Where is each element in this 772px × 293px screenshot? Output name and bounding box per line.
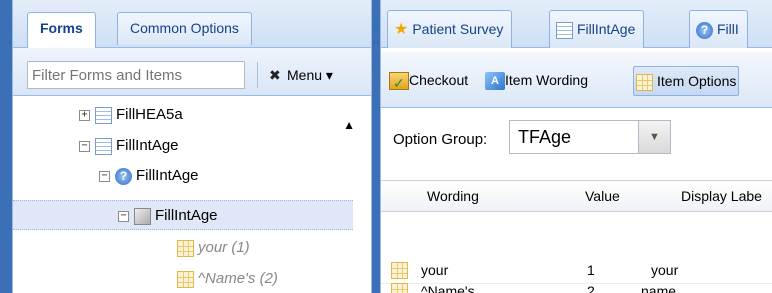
tree-node-label: FillIntAge (155, 207, 218, 224)
tree-leaf[interactable]: your (1) (177, 233, 250, 263)
item-options-label: Item Options (657, 73, 737, 89)
column-header-display-label[interactable]: Display Labe (681, 188, 762, 204)
tree-node-label: FillIntAge (136, 167, 199, 184)
collapse-icon[interactable]: − (79, 140, 90, 152)
expand-icon[interactable]: + (79, 109, 90, 121)
wand-icon: ✖ (269, 67, 281, 83)
column-header-wording[interactable]: Wording (427, 188, 479, 204)
checkout-label: Checkout (409, 72, 469, 88)
option-group-select[interactable]: TFAge ▼ (509, 120, 671, 154)
option-group-value: TFAge (518, 127, 572, 147)
toolbar-separator (257, 62, 258, 88)
checkout-button[interactable]: Checkout (389, 66, 469, 97)
form-icon (95, 106, 112, 124)
item-toolbar: Checkout AItem Wording Item Options (381, 52, 772, 108)
wording-icon: A (485, 72, 505, 91)
tree-node[interactable]: −? FillIntAge (99, 161, 199, 191)
grid-icon (177, 239, 194, 257)
grid-icon (391, 262, 408, 279)
options-grid-header: Wording Value Display Labe (381, 180, 772, 212)
cell-value: 2 (587, 283, 595, 293)
filter-forms-input[interactable] (27, 61, 245, 89)
collapse-icon[interactable]: − (99, 170, 110, 182)
tree-node-label: FillHEA5a (116, 106, 183, 123)
column-header-value[interactable]: Value (585, 188, 620, 204)
tree-leaf[interactable]: ^Name's (2) (177, 264, 278, 293)
grid-icon (177, 270, 194, 288)
tree-node-selected[interactable]: − FillIntAge (13, 200, 353, 230)
cell-display-label: name (641, 283, 677, 293)
tree-leaf-label: your (1) (198, 239, 250, 256)
grid-icon (391, 283, 408, 293)
cell-display-label: your (651, 262, 679, 278)
cell-value: 1 (587, 262, 595, 278)
chevron-down-icon[interactable]: ▼ (638, 121, 670, 153)
tree-leaf-label: ^Name's (2) (198, 270, 278, 287)
chevron-down-icon: ▾ (322, 67, 333, 83)
tab-patient-survey[interactable]: ★ Patient Survey (387, 10, 513, 48)
forms-tree: + FillHEA5a − FillIntAge −? FillIntAge − Fil… (13, 96, 371, 293)
grid-icon (636, 73, 653, 91)
tab-filli[interactable]: ? FillI (689, 10, 748, 48)
editor-panel: ★Patient Survey FillIntAge ?FillI Checko… (380, 0, 772, 293)
star-icon: ★ (394, 21, 409, 38)
checkout-icon (389, 69, 409, 97)
tab-label: FillI (717, 21, 739, 37)
item-wording-label: Item Wording (505, 72, 588, 88)
menu-label: Menu (287, 67, 323, 83)
table-row[interactable]: ^Name's 2 name (381, 278, 772, 293)
right-tab-bar: ★ Patient Survey FillIntAge ? FillI (381, 0, 772, 48)
tree-node[interactable]: + FillHEA5a (79, 100, 183, 130)
tab-label: FillIntAge (577, 21, 636, 37)
tab-fillintage[interactable]: FillIntAge (549, 10, 645, 48)
left-tab-bar: Forms Common Options (13, 0, 371, 48)
item-wording-button[interactable]: A Item Wording (485, 66, 588, 96)
form-icon (556, 21, 573, 39)
tree-node-label: FillIntAge (116, 137, 179, 154)
filter-toolbar: ✖ Menu ▾ (13, 48, 371, 96)
question-icon: ? (115, 167, 132, 185)
collapse-icon[interactable]: − (118, 210, 129, 222)
tab-label: Patient Survey (412, 21, 504, 37)
forms-panel: Forms Common Options ✖Menu ▾ +FillHEA5a … (12, 0, 372, 293)
question-icon: ? (696, 21, 713, 39)
scroll-up-icon[interactable]: ▲ (343, 118, 355, 132)
cell-wording: your (421, 262, 449, 278)
menu-button[interactable]: ✖ Menu ▾ (269, 63, 333, 87)
form-icon (95, 137, 112, 155)
cell-wording: ^Name's (421, 283, 475, 293)
option-group-label: Option Group: (393, 131, 488, 148)
tab-forms[interactable]: Forms (27, 12, 96, 48)
cube-icon (134, 207, 151, 225)
item-options-button[interactable]: Item Options (633, 66, 740, 96)
tab-common-options[interactable]: Common Options (117, 12, 252, 45)
tree-node[interactable]: − FillIntAge (79, 131, 179, 161)
